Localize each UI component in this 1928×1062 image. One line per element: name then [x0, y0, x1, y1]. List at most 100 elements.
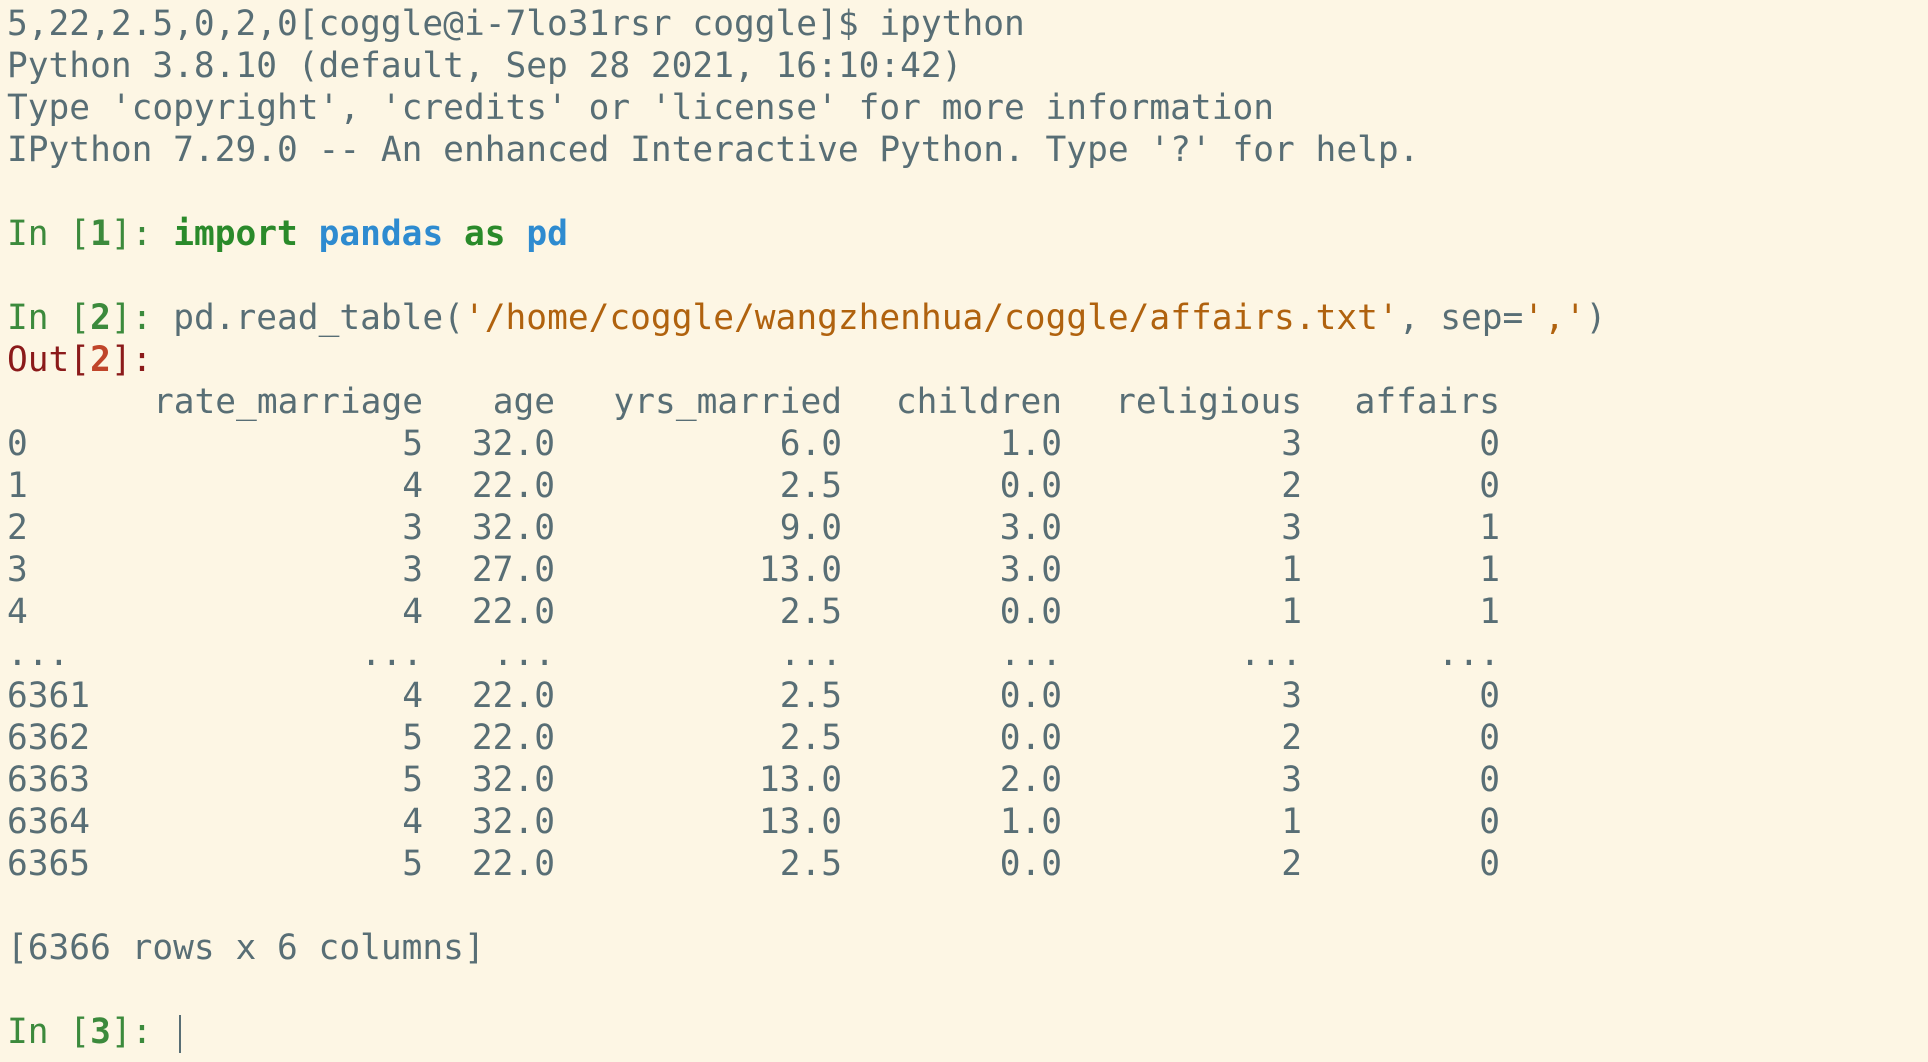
table-cell: ... [492, 634, 555, 674]
table-cell: 0.0 [999, 592, 1062, 632]
table-cell: 3 [1281, 508, 1302, 548]
out-prompt-number: 2 [90, 340, 111, 380]
table-cell: 27.0 [471, 550, 555, 590]
row-index: 6364 [7, 802, 91, 842]
in-prompt-label: In [ [7, 1012, 91, 1052]
table-cell: 32.0 [471, 802, 555, 842]
table-cell: 0.0 [999, 718, 1062, 758]
table-cell: 1 [1281, 550, 1302, 590]
dataframe-summary: [6366 rows x 6 columns] [7, 928, 485, 968]
column-header: rate_marriage [152, 382, 423, 422]
out-prompt-close: ]: [110, 340, 153, 380]
table-cell: 1 [1479, 550, 1500, 590]
table-cell: 0 [1479, 466, 1500, 506]
table-cell: 1.0 [999, 802, 1062, 842]
output-prompt-2: Out[2]: [7, 339, 152, 381]
in-prompt-close: ]: [110, 214, 174, 254]
file-path-string: '/home/coggle/wangzhenhua/coggle/affairs… [463, 298, 1399, 338]
shell-command-line: 5,22,2.5,0,2,0[coggle@i-7lo31rsr coggle]… [7, 4, 1025, 44]
table-cell: 4 [402, 466, 423, 506]
table-cell: 32.0 [471, 760, 555, 800]
table-cell: 0 [1479, 760, 1500, 800]
column-header: religious [1115, 382, 1302, 422]
table-cell: 0.0 [999, 844, 1062, 884]
table-cell: 2.5 [779, 466, 842, 506]
table-cell: 4 [402, 676, 423, 716]
table-cell: 1 [1479, 508, 1500, 548]
input-cell-1: In [1]: import pandas as pd [7, 213, 568, 255]
table-cell: 0 [1479, 802, 1500, 842]
row-index: 0 [7, 424, 28, 464]
column-header: age [492, 382, 555, 422]
input-cell-2: In [2]: pd.read_table('/home/coggle/wang… [7, 297, 1606, 339]
as-keyword: as [464, 214, 506, 254]
license-info-banner: Type 'copyright', 'credits' or 'license'… [7, 88, 1275, 128]
table-cell: 1 [1281, 592, 1302, 632]
table-cell: 13.0 [758, 760, 842, 800]
row-index: 1 [7, 466, 28, 506]
table-cell: 5 [402, 424, 423, 464]
ipython-version-banner: IPython 7.29.0 -- An enhanced Interactiv… [7, 130, 1420, 170]
row-index: 2 [7, 508, 28, 548]
table-cell: 0.0 [999, 466, 1062, 506]
module-name: pandas [318, 214, 444, 254]
row-index: 6362 [7, 718, 91, 758]
in-prompt-close: ]: [110, 298, 174, 338]
table-cell: 3.0 [999, 550, 1062, 590]
table-cell: ... [779, 634, 842, 674]
table-cell: 2.5 [779, 592, 842, 632]
column-header: affairs [1354, 382, 1500, 422]
table-cell: 2.5 [779, 718, 842, 758]
table-cell: 1 [1281, 802, 1302, 842]
row-index: ... [7, 634, 70, 674]
table-cell: 5 [402, 760, 423, 800]
in-prompt-close: ]: [110, 1012, 174, 1052]
table-cell: 22.0 [471, 466, 555, 506]
table-cell: 2 [1281, 718, 1302, 758]
table-cell: 6.0 [779, 424, 842, 464]
import-keyword: import [173, 214, 298, 254]
terminal-window[interactable]: 5,22,2.5,0,2,0[coggle@i-7lo31rsr coggle]… [0, 0, 1928, 1062]
table-cell: 1 [1479, 592, 1500, 632]
module-alias: pd [526, 214, 568, 254]
in-prompt-label: In [ [7, 214, 91, 254]
table-cell: 3.0 [999, 508, 1062, 548]
column-header: children [895, 382, 1062, 422]
table-cell: 3 [402, 550, 423, 590]
row-index: 6361 [7, 676, 91, 716]
table-cell: 2 [1281, 844, 1302, 884]
row-index: 4 [7, 592, 28, 632]
table-cell: 22.0 [471, 592, 555, 632]
table-cell: 0 [1479, 676, 1500, 716]
table-cell: 1.0 [999, 424, 1062, 464]
table-cell: ... [1437, 634, 1500, 674]
code-call-end: ) [1585, 298, 1607, 338]
in-prompt-label: In [ [7, 298, 91, 338]
table-cell: 2.5 [779, 844, 842, 884]
sep-string: ',' [1523, 298, 1586, 338]
table-cell: 2.0 [999, 760, 1062, 800]
table-cell: 13.0 [758, 802, 842, 842]
table-cell: 22.0 [471, 718, 555, 758]
table-cell: 0.0 [999, 676, 1062, 716]
text-cursor [179, 1014, 182, 1053]
table-cell: 5 [402, 718, 423, 758]
table-cell: 4 [402, 802, 423, 842]
input-cell-3[interactable]: In [3]: [7, 1011, 182, 1053]
table-cell: 5 [402, 844, 423, 884]
table-cell: 4 [402, 592, 423, 632]
column-header: yrs_married [613, 382, 842, 422]
out-prompt-label: Out[ [7, 340, 91, 380]
python-version-banner: Python 3.8.10 (default, Sep 28 2021, 16:… [7, 46, 963, 86]
in-prompt-number: 1 [90, 214, 111, 254]
table-cell: 3 [1281, 676, 1302, 716]
table-cell: 0 [1479, 718, 1500, 758]
table-cell: 3 [1281, 760, 1302, 800]
row-index: 6365 [7, 844, 91, 884]
table-cell: ... [999, 634, 1062, 674]
table-cell: 9.0 [779, 508, 842, 548]
code-call-prefix: pd.read_table( [173, 298, 464, 338]
table-cell: 2.5 [779, 676, 842, 716]
table-cell: 0 [1479, 844, 1500, 884]
table-cell: 2 [1281, 466, 1302, 506]
